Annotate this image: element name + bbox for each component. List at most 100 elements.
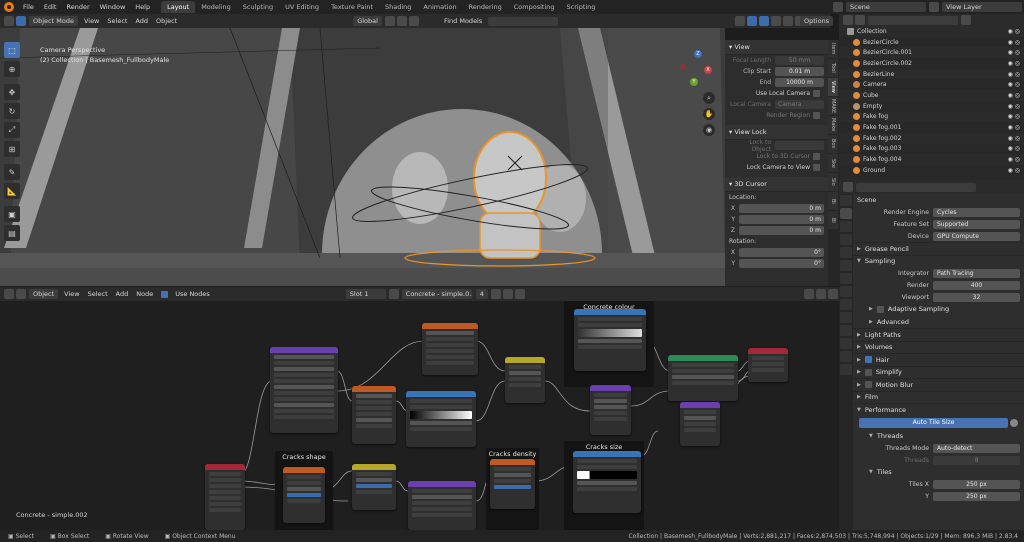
- outliner-item[interactable]: BezierCircle ◉ ◎: [839, 37, 1024, 48]
- simplify-section[interactable]: ▶ Simplify: [839, 365, 1024, 379]
- node-mix-1[interactable]: [505, 357, 545, 403]
- zoom-icon[interactable]: ⌕: [703, 92, 715, 104]
- integrator-dropdown[interactable]: Path Tracing: [933, 268, 1020, 278]
- outliner-item[interactable]: Empty ◉ ◎: [839, 101, 1024, 112]
- cursor-y-field[interactable]: 0 m: [739, 215, 824, 224]
- gizmo-z-axis[interactable]: Z: [694, 50, 702, 58]
- tab-uv-editing[interactable]: UV Editing: [279, 1, 325, 13]
- adaptive-sampling-checkbox[interactable]: [876, 305, 884, 313]
- hair-checkbox[interactable]: [864, 356, 872, 364]
- cursor-rot-x-field[interactable]: 0°: [739, 248, 824, 257]
- props-tab-constraints-icon[interactable]: [840, 325, 852, 336]
- eye-icon[interactable]: ◉ ◎: [1002, 135, 1024, 142]
- outliner-item[interactable]: Fake fog.001 ◉ ◎: [839, 122, 1024, 133]
- tab-modeling[interactable]: Modeling: [195, 1, 237, 13]
- menu-edit[interactable]: Edit: [39, 3, 62, 11]
- eye-icon[interactable]: ◉ ◎: [1002, 71, 1024, 78]
- rotate-tool-icon[interactable]: ↻: [4, 103, 20, 119]
- node-menu-add[interactable]: Add: [112, 290, 133, 298]
- menu-render[interactable]: Render: [61, 3, 94, 11]
- camera-view-icon[interactable]: ◉: [703, 124, 715, 136]
- node-mix-2[interactable]: [352, 464, 396, 510]
- eye-icon[interactable]: ◉ ◎: [1002, 28, 1024, 35]
- node-editor-canvas[interactable]: Concrete colour Cracks shape Cracks dens…: [0, 301, 839, 530]
- new-material-icon[interactable]: [502, 289, 513, 299]
- transform-tool-icon[interactable]: ⊞: [4, 141, 20, 157]
- 3d-cursor-section-header[interactable]: ▾ 3D Cursor: [725, 177, 828, 192]
- lock-to-object-field[interactable]: [775, 141, 824, 150]
- sidebar-tab-bl-1[interactable]: Bl: [828, 192, 838, 210]
- feature-set-dropdown[interactable]: Supported: [933, 219, 1020, 229]
- motion-blur-checkbox[interactable]: [864, 381, 872, 389]
- outliner-item[interactable]: Cube ◉ ◎: [839, 90, 1024, 101]
- gizmo-neg-x-axis[interactable]: [680, 64, 686, 70]
- node-menu-view[interactable]: View: [60, 290, 83, 298]
- tab-texture-paint[interactable]: Texture Paint: [325, 1, 379, 13]
- threads-section[interactable]: ▼ Threads: [839, 430, 1024, 443]
- material-users-count[interactable]: 4: [475, 289, 488, 299]
- annotate-tool-icon[interactable]: ✎: [4, 164, 20, 180]
- cursor-z-field[interactable]: 0 m: [739, 226, 824, 235]
- eye-icon[interactable]: ◉ ◎: [1002, 92, 1024, 99]
- local-camera-field[interactable]: Camera: [775, 100, 824, 109]
- props-tab-scene-icon[interactable]: [840, 247, 852, 258]
- material-sphere-icon[interactable]: [388, 289, 399, 299]
- eye-icon[interactable]: ◉ ◎: [1002, 124, 1024, 131]
- sidebar-tab-item[interactable]: Item: [828, 40, 838, 58]
- tiles-x-field[interactable]: 250 px: [933, 480, 1020, 489]
- tab-compositing[interactable]: Compositing: [508, 1, 561, 13]
- sidebar-tab-tool[interactable]: Tool: [828, 59, 838, 77]
- props-tab-view-layer-icon[interactable]: [840, 234, 852, 245]
- node-editor-type-icon[interactable]: [4, 289, 14, 299]
- xray-icon[interactable]: [771, 16, 781, 26]
- outliner-item[interactable]: Fake fog.002 ◉ ◎: [839, 132, 1024, 144]
- node-mapping-1[interactable]: [270, 347, 338, 433]
- viewport-menu-add[interactable]: Add: [131, 17, 152, 25]
- device-dropdown[interactable]: GPU Compute: [933, 231, 1020, 241]
- auto-tile-settings-icon[interactable]: [1010, 418, 1018, 427]
- node-mapping-2[interactable]: [408, 481, 476, 530]
- sidebar-tab-box[interactable]: Box: [828, 135, 838, 153]
- props-tab-material-icon[interactable]: [840, 351, 852, 362]
- proportional-icon[interactable]: [408, 16, 419, 26]
- node-colorramp-concrete[interactable]: [574, 309, 646, 371]
- eye-icon[interactable]: ◉ ◎: [1002, 156, 1024, 163]
- pan-hand-icon[interactable]: ✋: [703, 108, 715, 120]
- options-button[interactable]: Options: [800, 16, 834, 26]
- node-principled-bsdf[interactable]: [668, 355, 738, 401]
- eye-icon[interactable]: ◉ ◎: [1002, 113, 1024, 120]
- tab-layout[interactable]: Layout: [161, 1, 196, 13]
- sidebar-tab-slo[interactable]: Slo: [828, 173, 838, 191]
- view-section-header[interactable]: ▾ View: [725, 40, 828, 55]
- eye-icon[interactable]: ◉ ◎: [1002, 103, 1024, 110]
- film-section[interactable]: ▶ Film: [839, 390, 1024, 404]
- cursor-rot-y-field[interactable]: 0°: [739, 259, 824, 268]
- outliner-search-input[interactable]: [868, 15, 958, 25]
- sidebar-tab-ske[interactable]: Ske: [828, 154, 838, 172]
- auto-tile-size-button[interactable]: Auto Tile Size: [859, 417, 1008, 428]
- node-cracks-shape-texture[interactable]: [283, 467, 325, 523]
- clip-end-field[interactable]: 10000 m: [775, 78, 824, 87]
- performance-section[interactable]: ▼ Performance: [839, 403, 1024, 416]
- outliner-item[interactable]: Fake fog.004 ◉ ◎: [839, 154, 1024, 165]
- tiles-section[interactable]: ▼ Tiles: [839, 466, 1024, 479]
- menu-help[interactable]: Help: [130, 3, 155, 11]
- props-tab-object-icon[interactable]: [840, 273, 852, 284]
- node-menu-node[interactable]: Node: [132, 290, 157, 298]
- outliner-item[interactable]: Ground ◉ ◎: [839, 165, 1024, 176]
- outliner-item[interactable]: Collection ◉ ◎: [839, 26, 1024, 37]
- viewport-samples-field[interactable]: 32: [933, 292, 1020, 302]
- node-menu-select[interactable]: Select: [84, 290, 112, 298]
- props-tab-particles-icon[interactable]: [840, 299, 852, 310]
- props-tab-output-icon[interactable]: [840, 221, 852, 232]
- props-tab-tool-icon[interactable]: [840, 195, 852, 206]
- outliner-item[interactable]: Fake fog.003 ◉ ◎: [839, 144, 1024, 155]
- unlink-material-icon[interactable]: [514, 289, 525, 299]
- find-models-label[interactable]: Find Models: [440, 17, 486, 25]
- add-cube-tool-icon[interactable]: ▣: [4, 206, 20, 222]
- material-name-field[interactable]: Concrete - simple.0...: [401, 289, 472, 299]
- eye-icon[interactable]: ◉ ◎: [1002, 81, 1024, 88]
- outliner-item[interactable]: BezierCircle.001 ◉ ◎: [839, 47, 1024, 59]
- outliner-item[interactable]: BezierLine ◉ ◎: [839, 68, 1024, 80]
- fake-user-icon[interactable]: [490, 289, 501, 299]
